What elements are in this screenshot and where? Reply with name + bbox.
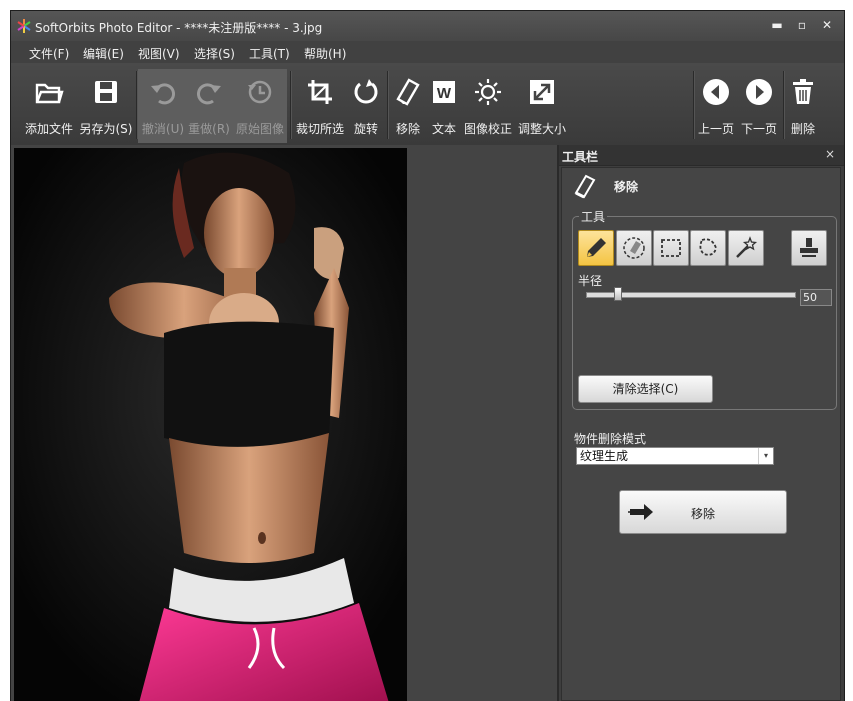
stamp-icon bbox=[800, 238, 818, 257]
arrow-right-icon bbox=[746, 79, 772, 105]
rect-select-tool-button[interactable] bbox=[653, 230, 689, 266]
image-correct-button[interactable]: 图像校正 bbox=[462, 69, 514, 143]
remove-tool-label: 移除 bbox=[395, 122, 420, 136]
toolbar-divider bbox=[783, 71, 784, 139]
lasso-icon bbox=[699, 238, 717, 256]
delete-button[interactable]: 删除 bbox=[785, 69, 821, 143]
menu-edit[interactable]: 编辑(E) bbox=[83, 45, 124, 62]
rectangle-select-icon bbox=[661, 239, 681, 257]
pencil-icon bbox=[587, 238, 606, 257]
text-icon: W bbox=[433, 81, 455, 103]
radius-value-input[interactable]: 50 bbox=[800, 289, 832, 306]
app-logo-icon bbox=[17, 19, 31, 33]
toolbar-divider bbox=[136, 71, 137, 139]
add-file-label: 添加文件 bbox=[24, 122, 73, 136]
toolbar-divider bbox=[387, 71, 388, 139]
crop-button[interactable]: 裁切所选 bbox=[292, 69, 348, 143]
redo-button[interactable]: 重做(R) bbox=[185, 69, 233, 143]
clear-selection-button[interactable]: 清除选择(C) bbox=[578, 375, 713, 403]
stamp-tool-button[interactable] bbox=[791, 230, 827, 266]
menu-file[interactable]: 文件(F) bbox=[29, 45, 69, 62]
eraser-icon bbox=[574, 174, 596, 199]
redo-label: 重做(R) bbox=[188, 122, 230, 136]
removal-mode-label: 物件删除模式 bbox=[574, 432, 647, 446]
resize-label: 调整大小 bbox=[517, 122, 566, 136]
radius-label: 半径 bbox=[578, 274, 603, 288]
removal-mode-select[interactable]: 纹理生成 ▾ bbox=[576, 447, 774, 465]
eraser-select-icon bbox=[623, 237, 645, 259]
chevron-down-icon: ▾ bbox=[758, 448, 773, 464]
image-canvas-area[interactable] bbox=[11, 145, 557, 701]
close-button[interactable]: ✕ bbox=[819, 17, 835, 33]
undo-button[interactable]: 撤消(U) bbox=[139, 69, 187, 143]
photo-image[interactable] bbox=[14, 148, 407, 701]
prev-page-button[interactable]: 上一页 bbox=[695, 69, 737, 143]
arrow-left-icon bbox=[703, 79, 729, 105]
app-window: SoftOrbits Photo Editor - ****未注册版**** -… bbox=[10, 10, 845, 701]
maximize-button[interactable]: ▫ bbox=[794, 17, 810, 33]
remove-action-label: 移除 bbox=[690, 507, 715, 521]
tool-panel: 工具栏 × 移除 工具 半径 50 清除选择(C) 物件删除模式 纹理生成 ▾ … bbox=[559, 145, 844, 701]
save-as-button[interactable]: 另存为(S) bbox=[77, 69, 135, 143]
eraser-icon bbox=[396, 78, 420, 106]
save-disk-icon bbox=[95, 81, 117, 103]
undo-label: 撤消(U) bbox=[141, 122, 185, 136]
prev-page-label: 上一页 bbox=[697, 122, 734, 136]
menu-view[interactable]: 视图(V) bbox=[138, 45, 180, 62]
remove-action-button[interactable]: 移除 bbox=[619, 490, 787, 534]
history-clock-icon bbox=[248, 80, 272, 104]
panel-close-button[interactable]: × bbox=[823, 147, 837, 161]
magic-wand-tool-button[interactable] bbox=[728, 230, 764, 266]
panel-title: 工具栏 bbox=[562, 150, 599, 164]
rotate-label: 旋转 bbox=[353, 122, 378, 136]
title-bar: SoftOrbits Photo Editor - ****未注册版**** -… bbox=[11, 11, 844, 41]
eraser-tool-button[interactable] bbox=[616, 230, 652, 266]
remove-tool-button[interactable]: 移除 bbox=[390, 69, 426, 143]
window-title: SoftOrbits Photo Editor - ****未注册版**** -… bbox=[35, 21, 323, 35]
original-image-label: 原始图像 bbox=[235, 122, 284, 136]
resize-button[interactable]: 调整大小 bbox=[514, 69, 570, 143]
rotate-icon bbox=[354, 79, 378, 104]
rotate-button[interactable]: 旋转 bbox=[348, 69, 384, 143]
text-tool-button[interactable]: W 文本 bbox=[426, 69, 462, 143]
magic-wand-icon bbox=[736, 236, 758, 258]
redo-icon bbox=[197, 83, 221, 105]
lasso-tool-button[interactable] bbox=[690, 230, 726, 266]
folder-open-icon bbox=[35, 83, 64, 104]
menu-help[interactable]: 帮助(H) bbox=[304, 45, 346, 62]
add-file-button[interactable]: 添加文件 bbox=[21, 69, 77, 143]
removal-mode-value: 纹理生成 bbox=[580, 449, 629, 463]
remove-panel: 移除 工具 半径 50 清除选择(C) 物件删除模式 纹理生成 ▾ 移除 bbox=[561, 167, 841, 701]
image-correct-label: 图像校正 bbox=[463, 122, 512, 136]
menu-select[interactable]: 选择(S) bbox=[194, 45, 235, 62]
next-page-button[interactable]: 下一页 bbox=[738, 69, 780, 143]
panel-header: 工具栏 × bbox=[559, 145, 844, 166]
toolbar-divider bbox=[693, 71, 694, 139]
save-as-label: 另存为(S) bbox=[79, 122, 133, 136]
resize-icon bbox=[530, 80, 554, 104]
radius-slider-thumb[interactable] bbox=[613, 287, 622, 301]
delete-label: 删除 bbox=[790, 122, 815, 136]
undo-icon bbox=[151, 83, 175, 105]
next-page-label: 下一页 bbox=[740, 122, 777, 136]
toolbar: 添加文件 另存为(S) 撤消(U) 重做(R) 原始图像 裁切所选 旋转 移除 … bbox=[11, 63, 844, 146]
text-icon-letter: W bbox=[437, 85, 452, 102]
trash-icon bbox=[793, 79, 813, 104]
crop-icon bbox=[308, 80, 332, 104]
menu-bar: 文件(F) 编辑(E) 视图(V) 选择(S) 工具(T) 帮助(H) bbox=[11, 41, 844, 63]
photo-figure-illustration bbox=[14, 148, 407, 701]
tools-group-label: 工具 bbox=[579, 208, 608, 225]
sun-icon bbox=[475, 79, 501, 105]
mode-title: 移除 bbox=[614, 180, 639, 194]
crop-label: 裁切所选 bbox=[295, 122, 344, 136]
original-image-button[interactable]: 原始图像 bbox=[233, 69, 287, 143]
toolbar-divider bbox=[290, 71, 291, 139]
minimize-button[interactable]: ▬ bbox=[769, 17, 785, 33]
brush-tool-button[interactable] bbox=[578, 230, 614, 266]
menu-tools[interactable]: 工具(T) bbox=[249, 45, 290, 62]
text-tool-label: 文本 bbox=[431, 122, 456, 136]
